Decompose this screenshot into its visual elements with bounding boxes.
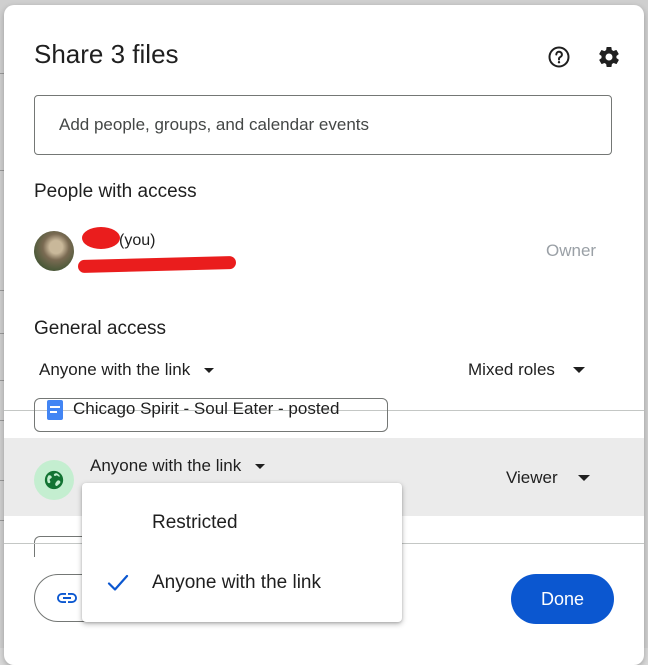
file-role-selector-label: Viewer [506, 468, 558, 487]
dropdown-caret-icon [204, 367, 215, 373]
help-icon [548, 46, 570, 68]
menu-item-label: Restricted [152, 512, 238, 533]
gear-icon [599, 47, 619, 68]
file-role-selector[interactable]: Viewer [506, 468, 590, 488]
file-access-selector-label: Anyone with the link [90, 456, 242, 475]
general-access-selector-label: Anyone with the link [39, 360, 191, 379]
menu-item-anyone-with-link[interactable]: Anyone with the link [82, 553, 402, 613]
link-icon [57, 593, 77, 603]
file-access-selector[interactable]: Anyone with the link [90, 456, 266, 476]
doc-icon [47, 400, 63, 420]
globe-icon [34, 460, 74, 500]
general-access-selector[interactable]: Anyone with the link [39, 360, 215, 380]
access-dropdown-menu: Restricted Anyone with the link [82, 483, 402, 622]
menu-item-label: Anyone with the link [152, 572, 321, 593]
settings-button[interactable] [593, 41, 625, 73]
avatar [34, 231, 74, 271]
add-people-input[interactable] [34, 95, 612, 155]
people-with-access-heading: People with access [34, 181, 197, 202]
dropdown-caret-icon [255, 463, 266, 469]
mixed-roles-selector[interactable]: Mixed roles [468, 360, 585, 380]
file-chip: Chicago Spirit - Soul Eater - posted [34, 398, 388, 432]
menu-item-restricted[interactable]: Restricted [82, 493, 402, 553]
done-button[interactable]: Done [511, 574, 614, 624]
mixed-roles-selector-label: Mixed roles [468, 360, 555, 379]
file-name: Chicago Spirit - Soul Eater - posted [73, 399, 340, 418]
redacted-email [77, 255, 237, 274]
general-access-heading: General access [34, 318, 167, 339]
dropdown-caret-icon [572, 367, 585, 373]
owner-role-label: Owner [546, 241, 597, 260]
dropdown-caret-icon [577, 475, 590, 481]
dialog-title: Share 3 files [34, 39, 179, 69]
you-label: (you) [119, 232, 156, 249]
redacted-name [82, 227, 120, 249]
check-icon [107, 574, 129, 591]
help-button[interactable] [543, 41, 575, 73]
